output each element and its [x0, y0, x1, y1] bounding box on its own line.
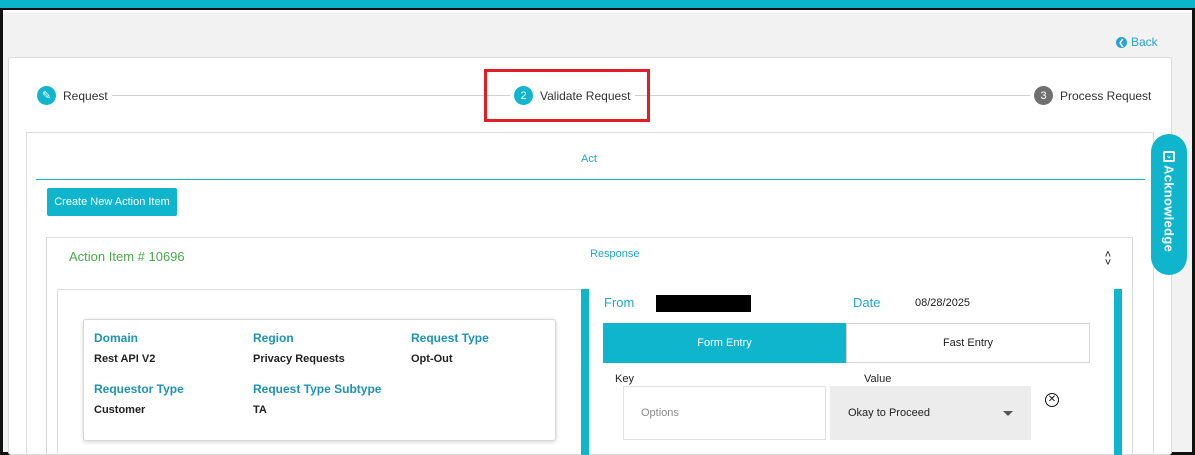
- region-value: Privacy Requests: [253, 353, 345, 365]
- value-selected: Okay to Proceed: [848, 407, 930, 419]
- remove-row-icon[interactable]: ✕: [1045, 393, 1059, 407]
- top-bar: [0, 0, 1195, 10]
- value-column-label: Value: [864, 373, 892, 385]
- create-action-item-button[interactable]: Create New Action Item: [47, 188, 177, 216]
- action-item-title: Action Item # 10696: [69, 249, 185, 264]
- pencil-icon: ✎: [37, 86, 56, 105]
- step-process-request[interactable]: 3 Process Request: [1030, 86, 1156, 105]
- requestor-type-value: Customer: [94, 404, 146, 416]
- step-label: Process Request: [1060, 88, 1152, 103]
- value-select[interactable]: Okay to Proceed: [830, 386, 1031, 440]
- region-label: Region: [253, 331, 294, 345]
- tab-fast-entry[interactable]: Fast Entry: [846, 323, 1090, 363]
- domain-label: Domain: [94, 331, 139, 345]
- response-label: Response: [590, 248, 640, 260]
- highlight-annotation: [484, 69, 650, 122]
- chevron-down-icon: [1003, 410, 1013, 416]
- domain-value: Rest API V2: [94, 353, 156, 365]
- redacted-sender: [656, 295, 751, 312]
- from-label: From: [604, 295, 635, 310]
- request-type-value: Opt-Out: [411, 353, 453, 365]
- tab-underline: [36, 179, 1145, 180]
- key-input[interactable]: Options: [623, 386, 826, 440]
- requestor-type-label: Requestor Type: [94, 382, 184, 396]
- response-divider-left: [581, 289, 589, 455]
- date-value: 08/28/2025: [915, 297, 971, 309]
- back-arrow-icon: ❮: [1116, 36, 1127, 48]
- tab-act[interactable]: Act: [581, 153, 597, 165]
- key-column-label: Key: [615, 373, 634, 385]
- step-request[interactable]: ✎ Request: [33, 86, 112, 105]
- request-subtype-value: TA: [253, 404, 267, 416]
- back-link[interactable]: ❮ Back: [1116, 35, 1158, 49]
- tab-form-entry[interactable]: Form Entry: [603, 323, 846, 363]
- collapse-chevron-icon[interactable]: ˄ ˅: [1101, 250, 1115, 269]
- request-subtype-label: Request Type Subtype: [253, 382, 382, 396]
- step-number: 3: [1034, 86, 1053, 105]
- acknowledge-tab[interactable]: ⌄ Acknowledge: [1151, 134, 1187, 275]
- date-label: Date: [853, 295, 881, 310]
- request-type-label: Request Type: [411, 331, 489, 345]
- back-label: Back: [1131, 35, 1158, 49]
- acknowledge-label: Acknowledge: [1161, 165, 1177, 253]
- response-divider-right: [1114, 289, 1122, 455]
- step-label: Request: [63, 88, 108, 103]
